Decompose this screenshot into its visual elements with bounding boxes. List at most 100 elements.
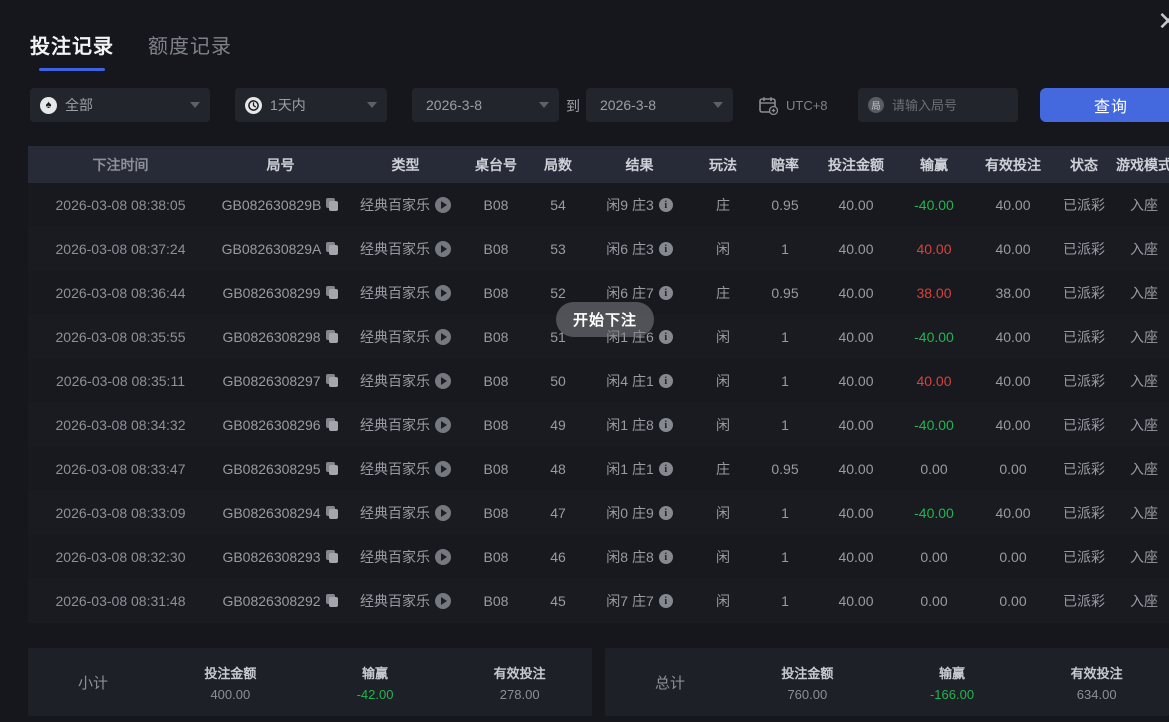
game-no-value: GB0826308299 <box>222 285 321 301</box>
copy-icon[interactable] <box>325 550 339 564</box>
game-no-cell: GB0826308295 <box>213 461 348 477</box>
result-value: 闲4 庄1 <box>606 373 654 389</box>
game-mode-cell: 入座 <box>1130 505 1158 521</box>
search-button[interactable]: 查询 <box>1040 88 1169 122</box>
play-icon[interactable] <box>435 549 451 565</box>
valid-bet-cell: 40.00 <box>995 373 1031 389</box>
date-to-label: 到 <box>566 98 580 114</box>
copy-icon[interactable] <box>325 374 339 388</box>
game-no-input[interactable] <box>892 97 1002 113</box>
header-winloss: 输赢 <box>920 156 948 173</box>
status-cell: 已派彩 <box>1063 241 1105 257</box>
play-icon[interactable] <box>435 329 451 345</box>
info-icon[interactable]: i <box>658 550 673 564</box>
play-icon[interactable] <box>435 417 451 433</box>
table-row: 2026-03-08 08:33:09 GB0826308294 经典百家乐 B… <box>28 491 1169 535</box>
play-cell: 庄 <box>716 461 730 477</box>
tab-quota-records[interactable]: 额度记录 <box>148 30 232 71</box>
close-icon[interactable]: ✕ <box>1157 8 1169 34</box>
header-status: 状态 <box>1070 156 1098 173</box>
info-icon[interactable]: i <box>658 198 673 212</box>
bet-time-cell: 2026-03-08 08:32:30 <box>55 549 186 565</box>
result-cell: 闲8 庄8 i <box>587 547 692 567</box>
date-to-select[interactable]: 2026-3-8 <box>586 88 733 122</box>
date-from-value: 2026-3-8 <box>426 97 483 113</box>
game-no-value: GB082630829B <box>221 197 322 213</box>
type-value: 经典百家乐 <box>360 373 430 389</box>
copy-icon[interactable] <box>325 418 339 432</box>
odds-cell: 1 <box>781 417 789 433</box>
type-value: 经典百家乐 <box>360 285 430 301</box>
time-range-select[interactable]: 1天内 <box>235 88 387 122</box>
play-cell: 闲 <box>716 373 730 389</box>
valid-bet-cell: 40.00 <box>995 505 1031 521</box>
start-betting-toast: 开始下注 <box>556 302 655 337</box>
game-no-cell: GB0826308296 <box>213 417 348 433</box>
result-value: 闲9 庄3 <box>606 197 654 213</box>
odds-cell: 0.95 <box>771 285 799 301</box>
info-icon[interactable]: i <box>658 594 673 608</box>
info-icon[interactable]: i <box>658 418 673 432</box>
subtotal-bet-amount: 投注金额 400.00 <box>204 665 257 702</box>
subtotal-panel: 小计 投注金额 400.00 输赢 -42.00 有效投注 278.00 <box>28 648 592 716</box>
info-icon[interactable]: i <box>658 506 673 520</box>
info-icon[interactable]: i <box>658 374 673 388</box>
result-value: 闲0 庄9 <box>606 505 654 521</box>
game-type-select[interactable]: ♠ 全部 <box>30 88 210 122</box>
copy-icon[interactable] <box>325 462 339 476</box>
info-icon[interactable]: i <box>658 462 673 476</box>
type-cell: 经典百家乐 <box>348 195 463 215</box>
chevron-down-icon <box>539 102 549 108</box>
odds-cell: 1 <box>781 505 789 521</box>
copy-icon[interactable] <box>325 594 339 608</box>
bet-records-table: 下注时间 局号 类型 桌台号 局数 结果 玩法 赔率 投注金额 输赢 有效投注 … <box>28 146 1169 623</box>
bet-time-cell: 2026-03-08 08:33:47 <box>55 461 186 477</box>
play-icon[interactable] <box>435 197 451 213</box>
date-from-select[interactable]: 2026-3-8 <box>412 88 559 122</box>
tab-bet-records[interactable]: 投注记录 <box>30 30 114 71</box>
type-value: 经典百家乐 <box>360 593 430 609</box>
play-cell: 庄 <box>716 285 730 301</box>
play-cell: 闲 <box>716 593 730 609</box>
play-icon[interactable] <box>435 461 451 477</box>
play-icon[interactable] <box>435 285 451 301</box>
time-range-value: 1天内 <box>270 97 306 113</box>
chevron-down-icon <box>713 102 723 108</box>
info-icon[interactable]: i <box>658 286 673 300</box>
play-icon[interactable] <box>435 373 451 389</box>
round-cell: 48 <box>550 461 566 477</box>
copy-icon[interactable] <box>325 506 339 520</box>
type-cell: 经典百家乐 <box>348 503 463 523</box>
type-cell: 经典百家乐 <box>348 547 463 567</box>
table-row: 2026-03-08 08:35:11 GB0826308297 经典百家乐 B… <box>28 359 1169 403</box>
play-icon[interactable] <box>435 593 451 609</box>
status-cell: 已派彩 <box>1063 417 1105 433</box>
subtotal-valid-bet: 有效投注 278.00 <box>493 665 546 702</box>
game-no-cell: GB0826308299 <box>213 285 348 301</box>
copy-icon[interactable] <box>326 242 339 256</box>
play-icon[interactable] <box>435 241 451 257</box>
game-no-value: GB0826308294 <box>222 505 321 521</box>
game-no-cell: GB0826308294 <box>213 505 348 521</box>
info-icon[interactable]: i <box>658 242 673 256</box>
game-type-value: 全部 <box>65 97 93 113</box>
type-cell: 经典百家乐 <box>348 459 463 479</box>
clock-icon <box>245 96 262 114</box>
play-icon[interactable] <box>435 505 451 521</box>
info-icon[interactable]: i <box>658 330 673 344</box>
round-cell: 45 <box>550 593 566 609</box>
table-no-cell: B08 <box>483 461 509 477</box>
odds-cell: 1 <box>781 593 789 609</box>
status-cell: 已派彩 <box>1063 373 1105 389</box>
valid-bet-cell: 40.00 <box>995 329 1031 345</box>
copy-icon[interactable] <box>325 330 339 344</box>
odds-cell: 1 <box>781 329 789 345</box>
result-cell: 闲1 庄1 i <box>587 459 692 479</box>
game-mode-cell: 入座 <box>1130 329 1158 345</box>
copy-icon[interactable] <box>326 198 339 212</box>
result-value: 闲6 庄7 <box>606 285 654 301</box>
copy-icon[interactable] <box>325 286 339 300</box>
table-no-cell: B08 <box>483 285 509 301</box>
winloss-cell: -40.00 <box>914 329 954 345</box>
game-no-cell: GB082630829B <box>213 197 348 213</box>
